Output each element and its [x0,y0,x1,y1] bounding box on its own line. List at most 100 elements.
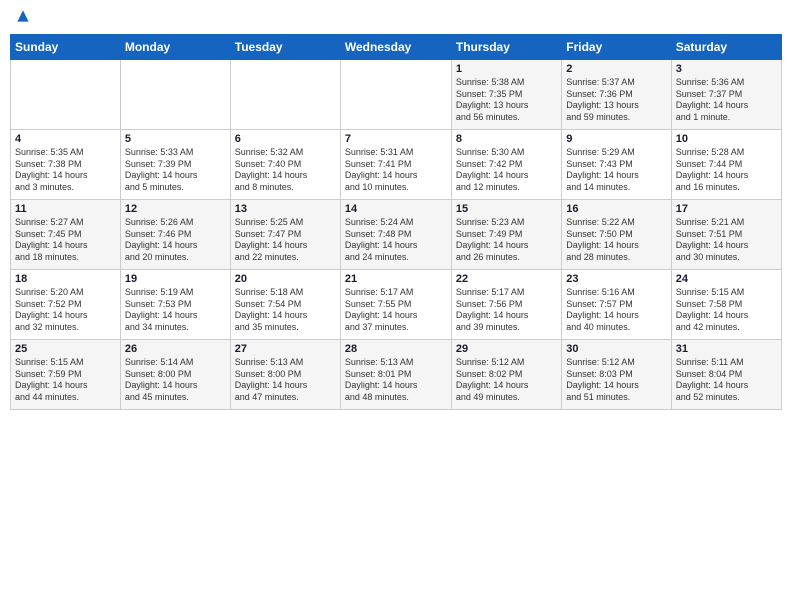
calendar-week-2: 4 Sunrise: 5:35 AM Sunset: 7:38 PM Daylig… [11,130,782,200]
column-header-friday: Friday [562,35,671,60]
calendar-week-4: 18Sunrise: 5:20 AM Sunset: 7:52 PM Dayli… [11,270,782,340]
calendar-cell: 4 Sunrise: 5:35 AM Sunset: 7:38 PM Daylig… [11,130,121,200]
day-info: Sunrise: 5:36 AM Sunset: 7:37 PM Dayligh… [676,77,777,124]
calendar-cell: 10 Sunrise: 5:28 AM Sunset: 7:44 PM Dayli… [671,130,781,200]
calendar-cell: 16 Sunrise: 5:22 AM Sunset: 7:50 PM Dayli… [562,200,671,270]
calendar-cell: 3 Sunrise: 5:36 AM Sunset: 7:37 PM Daylig… [671,60,781,130]
day-info: Sunrise: 5:17 AM Sunset: 7:55 PM Dayligh… [345,287,447,334]
calendar-cell: 15 Sunrise: 5:23 AM Sunset: 7:49 PM Dayli… [451,200,561,270]
calendar-header-row: SundayMondayTuesdayWednesdayThursdayFrid… [11,35,782,60]
day-info: Sunrise: 5:31 AM Sunset: 7:41 PM Dayligh… [345,147,447,194]
day-info: Sunrise: 5:17 AM Sunset: 7:56 PM Dayligh… [456,287,557,334]
column-header-saturday: Saturday [671,35,781,60]
calendar-cell: 25 Sunrise: 5:15 AM Sunset: 7:59 PM Dayli… [11,340,121,410]
day-number: 21 [345,273,447,285]
calendar-cell: 18Sunrise: 5:20 AM Sunset: 7:52 PM Dayli… [11,270,121,340]
day-info: Sunrise: 5:21 AM Sunset: 7:51 PM Dayligh… [676,217,777,264]
day-number: 3 [676,63,777,75]
day-number: 31 [676,343,777,355]
day-number: 26 [125,343,226,355]
day-number: 20 [235,273,336,285]
column-header-wednesday: Wednesday [340,35,451,60]
day-number: 15 [456,203,557,215]
day-number: 30 [566,343,666,355]
day-info: Sunrise: 5:18 AM Sunset: 7:54 PM Dayligh… [235,287,336,334]
day-info: Sunrise: 5:24 AM Sunset: 7:48 PM Dayligh… [345,217,447,264]
day-info: Sunrise: 5:30 AM Sunset: 7:42 PM Dayligh… [456,147,557,194]
day-number: 9 [566,133,666,145]
day-number: 10 [676,133,777,145]
day-info: Sunrise: 5:11 AM Sunset: 8:04 PM Dayligh… [676,357,777,404]
day-number: 18 [15,273,116,285]
day-number: 4 [15,133,116,145]
calendar-cell: 22 Sunrise: 5:17 AM Sunset: 7:56 PM Dayli… [451,270,561,340]
calendar-cell [11,60,121,130]
day-number: 14 [345,203,447,215]
day-info: Sunrise: 5:23 AM Sunset: 7:49 PM Dayligh… [456,217,557,264]
day-number: 23 [566,273,666,285]
day-info: Sunrise: 5:13 AM Sunset: 8:01 PM Dayligh… [345,357,447,404]
day-info: Sunrise: 5:35 AM Sunset: 7:38 PM Dayligh… [15,147,116,194]
calendar-cell: 12Sunrise: 5:26 AM Sunset: 7:46 PM Dayli… [120,200,230,270]
calendar-cell: 23Sunrise: 5:16 AM Sunset: 7:57 PM Dayli… [562,270,671,340]
day-number: 6 [235,133,336,145]
day-info: Sunrise: 5:38 AM Sunset: 7:35 PM Dayligh… [456,77,557,124]
calendar-cell: 13 Sunrise: 5:25 AM Sunset: 7:47 PM Dayli… [230,200,340,270]
column-header-sunday: Sunday [11,35,121,60]
calendar-cell: 26 Sunrise: 5:14 AM Sunset: 8:00 PM Dayli… [120,340,230,410]
logo-icon [16,9,30,23]
day-number: 13 [235,203,336,215]
calendar-cell: 17 Sunrise: 5:21 AM Sunset: 7:51 PM Dayli… [671,200,781,270]
calendar-cell: 29 Sunrise: 5:12 AM Sunset: 8:02 PM Dayli… [451,340,561,410]
day-number: 16 [566,203,666,215]
day-info: Sunrise: 5:13 AM Sunset: 8:00 PM Dayligh… [235,357,336,404]
calendar-cell: 2 Sunrise: 5:37 AM Sunset: 7:36 PM Daylig… [562,60,671,130]
column-header-thursday: Thursday [451,35,561,60]
day-info: Sunrise: 5:37 AM Sunset: 7:36 PM Dayligh… [566,77,666,124]
day-number: 5 [125,133,226,145]
logo [14,10,30,28]
calendar-cell: 8 Sunrise: 5:30 AM Sunset: 7:42 PM Daylig… [451,130,561,200]
calendar-week-1: 1 Sunrise: 5:38 AM Sunset: 7:35 PM Daylig… [11,60,782,130]
day-info: Sunrise: 5:27 AM Sunset: 7:45 PM Dayligh… [15,217,116,264]
day-number: 7 [345,133,447,145]
day-number: 29 [456,343,557,355]
day-info: Sunrise: 5:25 AM Sunset: 7:47 PM Dayligh… [235,217,336,264]
calendar-cell: 7 Sunrise: 5:31 AM Sunset: 7:41 PM Daylig… [340,130,451,200]
page-header [10,10,782,28]
day-number: 8 [456,133,557,145]
day-number: 1 [456,63,557,75]
day-info: Sunrise: 5:33 AM Sunset: 7:39 PM Dayligh… [125,147,226,194]
calendar-cell: 21 Sunrise: 5:17 AM Sunset: 7:55 PM Dayli… [340,270,451,340]
calendar-cell [340,60,451,130]
day-info: Sunrise: 5:26 AM Sunset: 7:46 PM Dayligh… [125,217,226,264]
day-info: Sunrise: 5:14 AM Sunset: 8:00 PM Dayligh… [125,357,226,404]
day-info: Sunrise: 5:22 AM Sunset: 7:50 PM Dayligh… [566,217,666,264]
day-info: Sunrise: 5:15 AM Sunset: 7:59 PM Dayligh… [15,357,116,404]
calendar-week-3: 11Sunrise: 5:27 AM Sunset: 7:45 PM Dayli… [11,200,782,270]
calendar-cell: 19Sunrise: 5:19 AM Sunset: 7:53 PM Dayli… [120,270,230,340]
day-number: 19 [125,273,226,285]
calendar-table: SundayMondayTuesdayWednesdayThursdayFrid… [10,34,782,410]
day-number: 22 [456,273,557,285]
calendar-cell: 31 Sunrise: 5:11 AM Sunset: 8:04 PM Dayli… [671,340,781,410]
day-info: Sunrise: 5:12 AM Sunset: 8:03 PM Dayligh… [566,357,666,404]
day-info: Sunrise: 5:12 AM Sunset: 8:02 PM Dayligh… [456,357,557,404]
day-info: Sunrise: 5:28 AM Sunset: 7:44 PM Dayligh… [676,147,777,194]
day-info: Sunrise: 5:15 AM Sunset: 7:58 PM Dayligh… [676,287,777,334]
calendar-cell: 20 Sunrise: 5:18 AM Sunset: 7:54 PM Dayli… [230,270,340,340]
day-info: Sunrise: 5:32 AM Sunset: 7:40 PM Dayligh… [235,147,336,194]
column-header-tuesday: Tuesday [230,35,340,60]
day-number: 17 [676,203,777,215]
calendar-week-5: 25 Sunrise: 5:15 AM Sunset: 7:59 PM Dayli… [11,340,782,410]
calendar-cell: 27Sunrise: 5:13 AM Sunset: 8:00 PM Dayli… [230,340,340,410]
day-info: Sunrise: 5:29 AM Sunset: 7:43 PM Dayligh… [566,147,666,194]
day-number: 24 [676,273,777,285]
day-number: 25 [15,343,116,355]
calendar-cell: 5 Sunrise: 5:33 AM Sunset: 7:39 PM Daylig… [120,130,230,200]
column-header-monday: Monday [120,35,230,60]
day-number: 2 [566,63,666,75]
calendar-cell: 30 Sunrise: 5:12 AM Sunset: 8:03 PM Dayli… [562,340,671,410]
calendar-cell: 14 Sunrise: 5:24 AM Sunset: 7:48 PM Dayli… [340,200,451,270]
calendar-cell: 6 Sunrise: 5:32 AM Sunset: 7:40 PM Daylig… [230,130,340,200]
